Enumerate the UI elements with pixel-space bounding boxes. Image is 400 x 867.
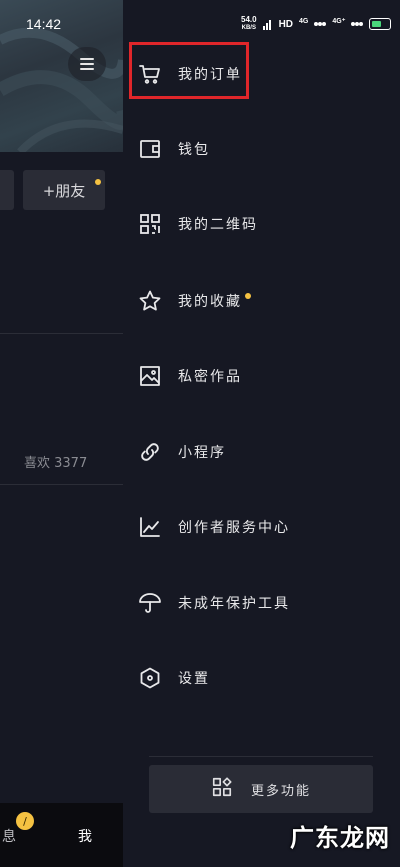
menu-item-qr-code[interactable]: 我的二维码 xyxy=(138,204,378,244)
profile-background: +朋友 喜欢 3377 / 息 我 xyxy=(0,0,123,867)
menu-item-private-works[interactable]: 私密作品 xyxy=(138,356,378,396)
notification-dot xyxy=(95,179,101,185)
menu-item-minor-protection[interactable]: 未成年保护工具 xyxy=(138,583,378,623)
signal-bars-icon xyxy=(262,20,271,30)
highlight-box xyxy=(129,42,249,99)
menu-item-favorites[interactable]: 我的收藏 xyxy=(138,281,378,321)
divider xyxy=(149,756,373,757)
qr-code-icon xyxy=(138,212,162,236)
grid-apps-icon xyxy=(211,776,233,802)
notification-dot xyxy=(245,293,251,299)
menu-item-mini-programs[interactable]: 小程序 xyxy=(138,432,378,472)
add-friend-label: +朋友 xyxy=(42,181,86,200)
edit-profile-button[interactable] xyxy=(0,170,14,210)
menu-item-settings[interactable]: 设置 xyxy=(138,658,378,698)
chart-line-icon xyxy=(138,515,162,539)
image-icon xyxy=(138,364,162,388)
hamburger-menu-button[interactable] xyxy=(68,47,106,81)
signal-dots-icon xyxy=(314,22,327,26)
more-features-label: 更多功能 xyxy=(250,783,311,799)
likes-tab[interactable]: 喜欢 3377 xyxy=(24,452,87,471)
tab-message[interactable]: 息 xyxy=(2,826,16,846)
network-4g-plus: 4G⁺ xyxy=(332,18,346,25)
signal-dots-icon xyxy=(351,22,364,26)
star-icon xyxy=(138,289,162,313)
wallet-icon xyxy=(138,137,162,161)
divider xyxy=(0,333,123,334)
bottom-tab-bar xyxy=(0,803,123,867)
battery-icon xyxy=(369,18,392,30)
tab-me[interactable]: 我 xyxy=(78,826,92,846)
menu-item-creator-center[interactable]: 创作者服务中心 xyxy=(138,507,378,547)
network-4g: 4G xyxy=(299,17,309,25)
umbrella-icon xyxy=(138,591,162,615)
status-bar-icons: 54.0 KB/S HD 4G 4G⁺ xyxy=(241,14,392,34)
hd-indicator: HD xyxy=(278,18,294,30)
message-badge: / xyxy=(16,812,34,830)
add-friend-button[interactable]: +朋友 xyxy=(23,170,105,210)
more-features-button[interactable]: 更多功能 xyxy=(149,765,373,813)
profile-cover-image xyxy=(0,0,123,152)
network-speed: 54.0 KB/S xyxy=(241,15,257,32)
watermark-text: 广东龙网 xyxy=(290,824,390,852)
link-icon xyxy=(138,440,162,464)
status-time: 14:42 xyxy=(26,16,62,32)
menu-item-wallet[interactable]: 钱包 xyxy=(138,129,378,169)
hexagon-settings-icon xyxy=(138,666,162,690)
divider xyxy=(0,484,123,485)
